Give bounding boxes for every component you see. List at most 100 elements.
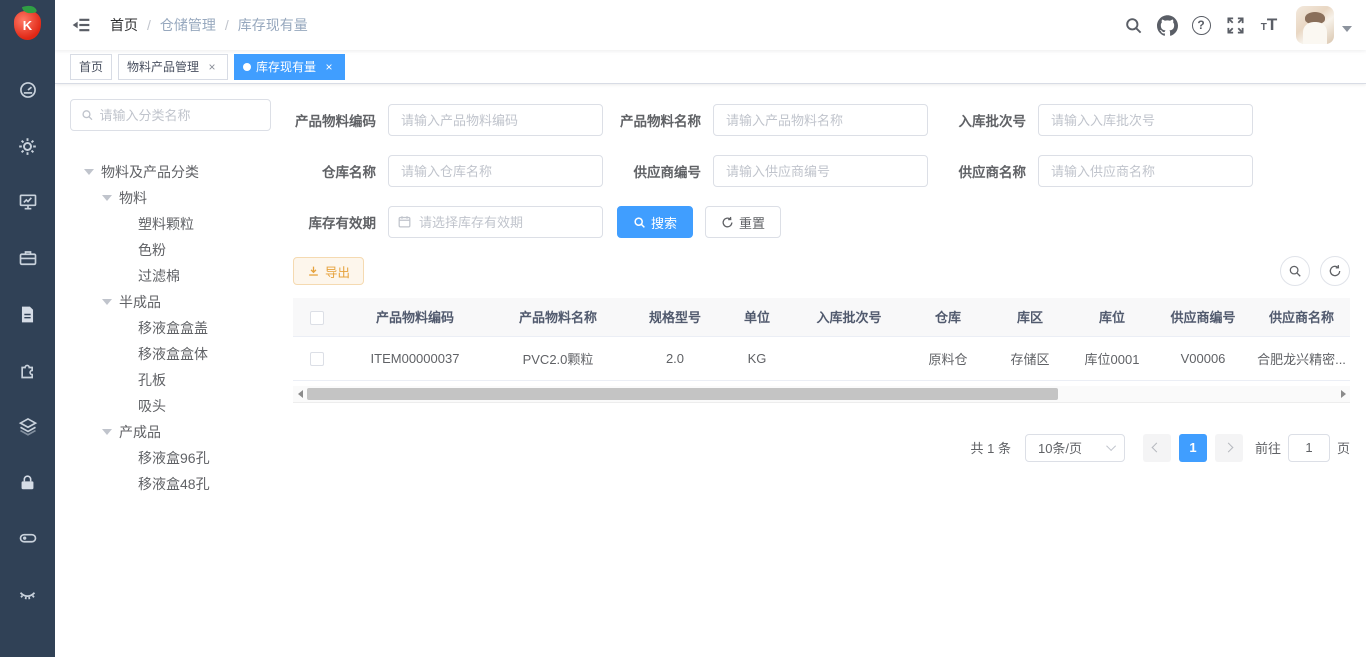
gear-icon [17, 136, 38, 157]
caret-down-icon[interactable] [102, 195, 112, 201]
font-size-button[interactable] [1252, 0, 1286, 50]
tab-inventory-onhand[interactable]: 库存现有量 [234, 54, 345, 80]
table-row[interactable]: ITEM00000037 PVC2.0颗粒 2.0 KG 原料仓 存储区 库位0… [293, 336, 1350, 380]
item-code-input[interactable] [388, 104, 603, 136]
sidebar-item-monitor[interactable] [0, 174, 55, 230]
scrollbar-track[interactable] [307, 386, 1336, 402]
column-header: 供应商名称 [1253, 298, 1350, 336]
caret-down-icon[interactable] [84, 169, 94, 175]
caret-down-icon[interactable] [102, 299, 112, 305]
tree-node-box-lid[interactable]: 移液盒盒盖 [70, 315, 271, 341]
field-item-code: 产品物料编码 [293, 104, 618, 136]
tree-node-semi-finished[interactable]: 半成品 [70, 289, 271, 315]
batch-no-input[interactable] [1038, 104, 1253, 136]
caret-down-icon[interactable] [102, 429, 112, 435]
field-label: 仓库名称 [293, 161, 388, 181]
help-button[interactable] [1184, 0, 1218, 50]
tab-material-product-mgmt[interactable]: 物料产品管理 [118, 54, 228, 80]
supplier-code-input[interactable] [713, 155, 928, 187]
table-refresh-button[interactable] [1320, 256, 1350, 286]
monitor-chart-icon [18, 192, 38, 212]
fullscreen-button[interactable] [1218, 0, 1252, 50]
cell-batch-no [791, 336, 907, 380]
sidebar-item-documents[interactable] [0, 286, 55, 342]
warehouse-name-input[interactable] [388, 155, 603, 187]
tree-node-plastic-pellet[interactable]: 塑料颗粒 [70, 211, 271, 237]
category-tree: 物料及产品分类 物料 塑料颗粒 色粉 过滤棉 半成品 移液盒盒盖 移液盒盒体 孔… [70, 159, 271, 497]
breadcrumb-warehouse[interactable]: 仓储管理 [160, 15, 216, 35]
pagination: 共 1 条 10条/页 1 前往 页 [293, 434, 1350, 462]
tree-node-finished[interactable]: 产成品 [70, 419, 271, 445]
close-icon[interactable] [205, 60, 219, 74]
github-link-button[interactable] [1150, 0, 1184, 50]
breadcrumb-separator [147, 17, 151, 33]
tree-node-box-body[interactable]: 移液盒盒体 [70, 341, 271, 367]
page-unit-label: 页 [1337, 438, 1350, 457]
scroll-right-arrow[interactable] [1336, 390, 1350, 398]
tree-node-label: 色粉 [138, 240, 166, 260]
sidebar-toggle-button[interactable] [70, 14, 92, 36]
page-size-select[interactable]: 10条/页 [1025, 434, 1125, 462]
search-icon [81, 108, 94, 122]
sidebar-item-modules[interactable] [0, 342, 55, 398]
expiry-date-input[interactable] [388, 206, 603, 238]
supplier-name-input[interactable] [1038, 155, 1253, 187]
goto-page-group: 前往 页 [1255, 434, 1350, 462]
tree-node-label: 移液盒盒体 [138, 344, 208, 364]
tree-node-material[interactable]: 物料 [70, 185, 271, 211]
sidebar-item-workbench[interactable] [0, 230, 55, 286]
total-count-label: 共 1 条 [971, 438, 1011, 457]
column-header: 入库批次号 [791, 298, 907, 336]
column-header: 产品物料编码 [341, 298, 489, 336]
close-icon[interactable] [322, 60, 336, 74]
search-icon [1124, 16, 1143, 35]
page-number-button[interactable]: 1 [1179, 434, 1207, 462]
select-all-checkbox[interactable] [310, 311, 324, 325]
reset-button[interactable]: 重置 [705, 206, 781, 238]
user-avatar[interactable] [1296, 6, 1334, 44]
logo-letter: K [23, 18, 32, 33]
tree-node-well-plate[interactable]: 孔板 [70, 367, 271, 393]
date-picker [388, 206, 603, 238]
tree-node-box-48[interactable]: 移液盒48孔 [70, 471, 271, 497]
header-search-button[interactable] [1116, 0, 1150, 50]
row-checkbox[interactable] [310, 352, 324, 366]
sidebar-item-theme[interactable] [0, 566, 55, 622]
app-logo[interactable]: K [0, 0, 55, 50]
goto-page-input[interactable] [1288, 434, 1330, 462]
scrollbar-thumb[interactable] [307, 388, 1058, 400]
sidebar-item-security[interactable] [0, 454, 55, 510]
tree-node-box-96[interactable]: 移液盒96孔 [70, 445, 271, 471]
sidebar-item-switch[interactable] [0, 510, 55, 566]
next-page-button[interactable] [1215, 434, 1243, 462]
sidebar-item-dashboard[interactable] [0, 62, 55, 118]
export-button[interactable]: 导出 [293, 257, 364, 285]
field-supplier-code: 供应商编号 [618, 155, 943, 187]
tags-view-bar: 首页 物料产品管理 库存现有量 [55, 50, 1366, 84]
triangle-left-icon [298, 390, 303, 398]
user-menu-caret-icon[interactable] [1342, 26, 1352, 32]
field-label: 产品物料编码 [293, 110, 388, 130]
main-column: 首页 仓储管理 库存现有量 [55, 0, 1366, 657]
search-button[interactable]: 搜索 [617, 206, 693, 238]
tree-node-filter-cotton[interactable]: 过滤棉 [70, 263, 271, 289]
tree-node-pigment[interactable]: 色粉 [70, 237, 271, 263]
sidebar-item-settings[interactable] [0, 118, 55, 174]
cell-item-code: ITEM00000037 [341, 336, 489, 380]
scroll-left-arrow[interactable] [293, 390, 307, 398]
category-search-input[interactable] [100, 108, 260, 123]
prev-page-button[interactable] [1143, 434, 1171, 462]
sidebar-menu [0, 62, 55, 622]
tree-node-root[interactable]: 物料及产品分类 [70, 159, 271, 185]
sidebar-item-layers[interactable] [0, 398, 55, 454]
column-header: 规格型号 [627, 298, 723, 336]
breadcrumb-home[interactable]: 首页 [110, 15, 138, 35]
column-header: 单位 [723, 298, 791, 336]
field-warehouse-name: 仓库名称 [293, 155, 618, 187]
briefcase-icon [18, 248, 38, 268]
tab-home[interactable]: 首页 [70, 54, 112, 80]
app-root: K [0, 0, 1366, 657]
item-name-input[interactable] [713, 104, 928, 136]
tree-node-pipette-tip[interactable]: 吸头 [70, 393, 271, 419]
table-search-toggle-button[interactable] [1280, 256, 1310, 286]
